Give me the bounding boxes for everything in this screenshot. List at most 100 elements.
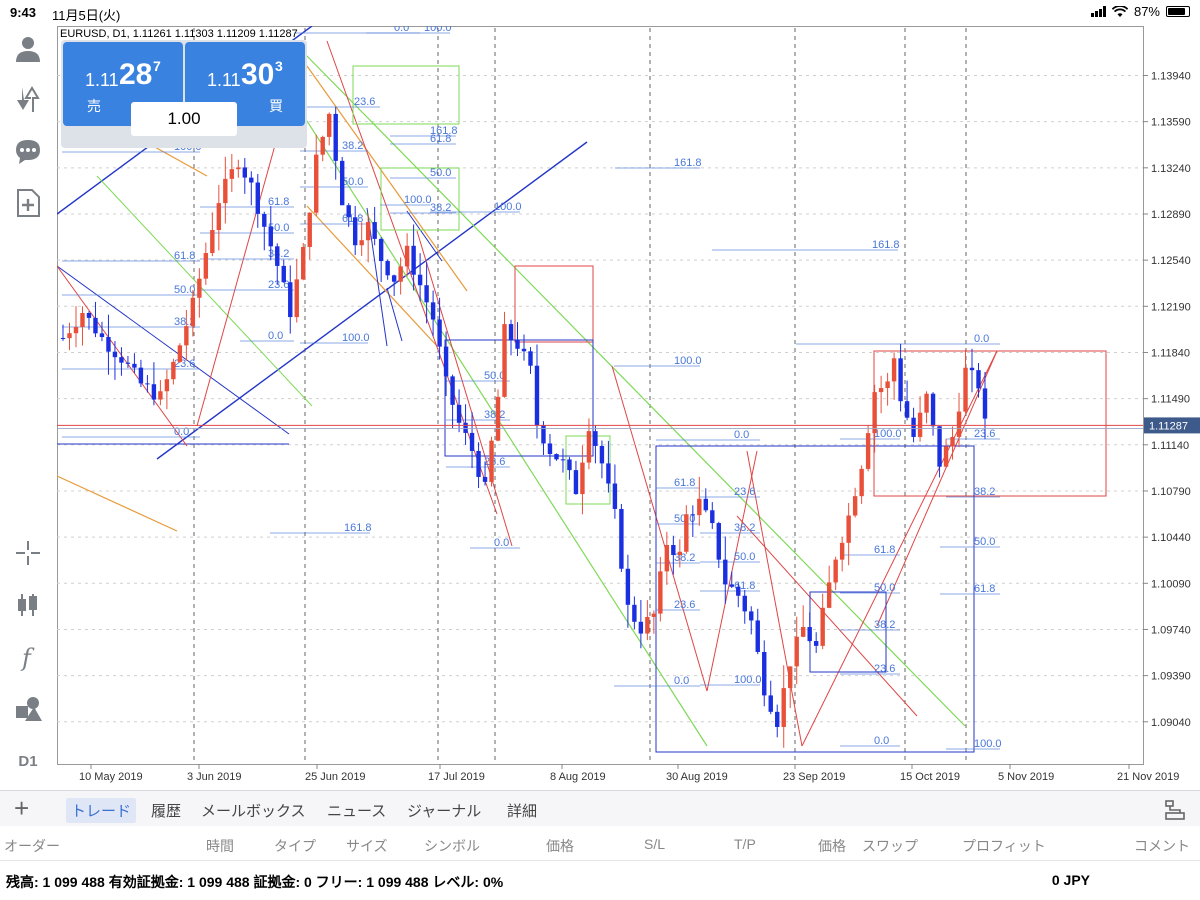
price-tick-label: 1.09040 bbox=[1151, 717, 1191, 729]
price-tick-label: 1.11490 bbox=[1151, 394, 1190, 406]
fibo-level-label: 23.6 bbox=[268, 279, 289, 291]
fibo-level-label: 0.0 bbox=[494, 537, 509, 549]
candle-body bbox=[593, 431, 598, 446]
column-swap: スワップ bbox=[862, 838, 918, 854]
candle-body bbox=[314, 154, 319, 213]
candle-body bbox=[352, 217, 358, 246]
candle-body bbox=[872, 392, 877, 434]
time-tick-label: 23 Sep 2019 bbox=[783, 771, 845, 783]
candle-body bbox=[430, 302, 436, 320]
time-axis: 10 May 2019 3 Jun 2019 25 Jun 2019 17 Jul 2… bbox=[79, 764, 1179, 783]
battery-icon bbox=[1166, 6, 1190, 17]
time-tick-label: 21 Nov 2019 bbox=[1117, 771, 1179, 783]
drawn-rectangle bbox=[873, 350, 1107, 497]
fibo-level-label: 38.2 bbox=[874, 619, 895, 631]
drawn-rectangle bbox=[655, 445, 975, 753]
current-price-label: 1.11287 bbox=[1149, 420, 1188, 432]
candle-body bbox=[268, 226, 273, 247]
candle-body bbox=[249, 177, 254, 183]
fibo-level-label: 50.0 bbox=[342, 176, 363, 188]
candle-body bbox=[820, 607, 825, 646]
time-tick-label: 3 Jun 2019 bbox=[187, 771, 241, 783]
candle-body bbox=[60, 337, 66, 339]
candle-body bbox=[164, 379, 170, 392]
fibo-level-label: 100.0 bbox=[404, 194, 432, 206]
price-tick-label: 1.12190 bbox=[1151, 301, 1191, 313]
time-tick-label: 5 Nov 2019 bbox=[998, 771, 1054, 783]
candle-body bbox=[859, 468, 864, 497]
tab-history[interactable]: 履歴 bbox=[146, 798, 186, 823]
trade-arrows-icon[interactable] bbox=[10, 82, 46, 116]
candle-body bbox=[417, 274, 423, 286]
candle-body bbox=[775, 711, 780, 727]
candle-body bbox=[580, 462, 585, 495]
candle-body bbox=[768, 695, 773, 712]
candle-body bbox=[93, 317, 98, 334]
fibo-level-label: 100.0 bbox=[874, 428, 902, 440]
candlestick-icon[interactable] bbox=[10, 588, 46, 622]
fibo-level-label: 23.6 bbox=[354, 96, 375, 108]
status-time: 9:43 bbox=[10, 5, 37, 20]
fibo-level-label: 50.0 bbox=[734, 551, 755, 563]
new-order-plus-icon[interactable]: + bbox=[14, 795, 29, 821]
candle-body bbox=[716, 523, 721, 560]
candle-body bbox=[833, 559, 838, 583]
candle-body bbox=[145, 383, 150, 385]
candle-body bbox=[158, 391, 163, 400]
lot-size-input[interactable]: 1.00 bbox=[131, 102, 237, 136]
candle-body bbox=[534, 365, 540, 426]
candle-body bbox=[378, 238, 384, 262]
candle-body bbox=[677, 551, 683, 555]
account-icon[interactable] bbox=[10, 32, 46, 66]
fibo-level-label: 161.8 bbox=[674, 157, 702, 169]
tab-trade[interactable]: トレード bbox=[66, 798, 137, 823]
fibo-level-label: 100.0 bbox=[494, 201, 522, 213]
layout-toggle-icon[interactable] bbox=[1164, 799, 1186, 821]
fibo-level-label: 38.2 bbox=[974, 486, 995, 498]
candle-body bbox=[755, 620, 760, 652]
candle-body bbox=[333, 113, 338, 161]
candle-body bbox=[658, 571, 663, 614]
fibo-level-label: 50.0 bbox=[174, 284, 195, 296]
drawn-rectangle bbox=[514, 265, 594, 343]
candle-body bbox=[281, 265, 286, 283]
fibo-level-label: 23.6 bbox=[734, 486, 755, 498]
candle-body bbox=[275, 246, 280, 266]
candle-body bbox=[645, 616, 650, 634]
fibo-level-label: 38.2 bbox=[674, 552, 695, 564]
candle-body bbox=[632, 604, 637, 622]
candle-body bbox=[242, 167, 248, 178]
sell-label: 売 bbox=[87, 98, 101, 114]
tab-news[interactable]: ニュース bbox=[322, 798, 391, 823]
candle-body bbox=[671, 545, 676, 555]
candle-body bbox=[359, 240, 364, 246]
time-tick-label: 10 May 2019 bbox=[79, 771, 143, 783]
candle-body bbox=[508, 324, 514, 340]
price-tick-label: 1.10790 bbox=[1151, 486, 1191, 498]
tab-mailbox[interactable]: メールボックス bbox=[196, 798, 311, 823]
candle-body bbox=[852, 496, 858, 516]
price-tick-label: 1.10090 bbox=[1151, 578, 1191, 590]
candle-body bbox=[800, 627, 806, 637]
price-tick-label: 1.09390 bbox=[1151, 671, 1191, 683]
fibo-level-label: 100.0 bbox=[734, 674, 762, 686]
new-document-icon[interactable] bbox=[10, 186, 46, 220]
tab-details[interactable]: 詳細 bbox=[502, 798, 542, 823]
chat-icon[interactable] bbox=[10, 134, 46, 168]
fibo-level-label: 100.0 bbox=[342, 332, 370, 344]
column-comment: コメント bbox=[1134, 838, 1190, 854]
battery-fill bbox=[1168, 8, 1185, 15]
chart-header-text: EURUSD, D1, 1.11261 1.11303 1.11209 1.11… bbox=[60, 28, 298, 40]
tab-journal[interactable]: ジャーナル bbox=[402, 798, 486, 823]
fibo-level-label: 61.8 bbox=[342, 213, 363, 225]
fibo-level-label: 161.8 bbox=[344, 522, 372, 534]
crosshair-icon[interactable] bbox=[10, 536, 46, 570]
objects-shapes-icon[interactable] bbox=[10, 692, 46, 726]
indicators-f-icon[interactable]: f bbox=[10, 640, 46, 674]
candle-body bbox=[937, 426, 942, 467]
candle-body bbox=[112, 351, 118, 358]
orders-table-header: オーダー 時間 タイプ サイズ シンボル 価格 S/L T/P 価格 スワップ … bbox=[0, 827, 1200, 861]
timeframe-button[interactable]: D1 bbox=[10, 744, 46, 778]
status-date: 11月5日(火) bbox=[52, 8, 121, 23]
candle-body bbox=[813, 641, 819, 646]
